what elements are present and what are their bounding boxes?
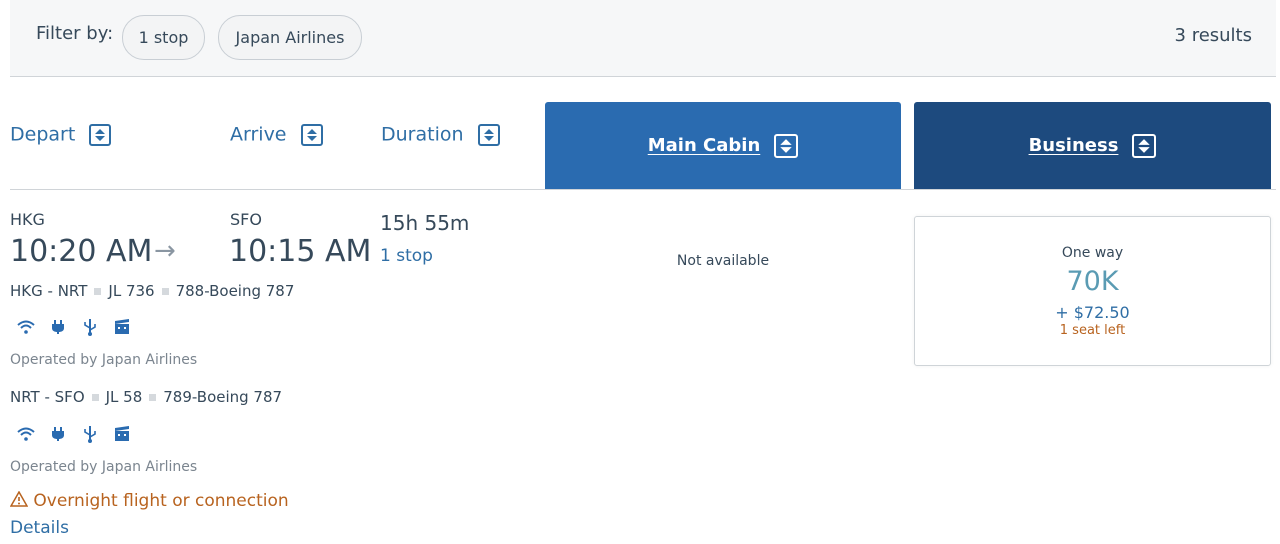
separator — [149, 394, 157, 401]
overnight-warning: Overnight flight or connection — [9, 490, 289, 511]
stops-link[interactable]: 1 stop — [380, 246, 433, 266]
power-outlet-icon — [48, 317, 68, 337]
aircraft-type: 789-Boeing 787 — [163, 388, 283, 406]
arrive-time: 10:15 AM — [229, 234, 372, 269]
wifi-icon — [16, 424, 36, 444]
arrive-header-label: Arrive — [230, 123, 287, 146]
fare-miles: 70K — [1066, 266, 1119, 297]
sort-icon — [477, 123, 500, 146]
main-cabin-not-available: Not available — [676, 253, 770, 269]
fare-trip-type: One way — [1061, 245, 1124, 261]
sort-icon — [300, 123, 323, 146]
amenities-list — [16, 317, 132, 337]
sort-icon — [774, 133, 799, 158]
flight-number: JL 736 — [108, 282, 155, 300]
depart-time: 10:20 AM — [10, 234, 153, 269]
business-fare-card[interactable]: One way 70K + $72.50 1 seat left — [914, 216, 1271, 366]
filter-pill-japan-airlines[interactable]: Japan Airlines — [218, 15, 362, 60]
segment-info: HKG - NRT JL 736 788-Boeing 787 — [10, 282, 294, 300]
usb-icon — [80, 424, 100, 444]
separator — [161, 288, 169, 295]
entertainment-icon — [112, 424, 132, 444]
flight-number: JL 58 — [105, 388, 143, 406]
aircraft-type: 788-Boeing 787 — [175, 282, 295, 300]
operated-by: Operated by Japan Airlines — [10, 352, 198, 368]
details-link[interactable]: Details — [10, 518, 69, 538]
header-divider — [10, 189, 1276, 190]
business-label: Business — [1028, 135, 1119, 156]
sort-duration-button[interactable]: Duration — [381, 123, 500, 146]
sort-arrive-button[interactable]: Arrive — [230, 123, 323, 146]
main-cabin-header[interactable]: Main Cabin — [545, 102, 901, 189]
wifi-icon — [16, 317, 36, 337]
sort-icon — [89, 123, 112, 146]
usb-icon — [80, 317, 100, 337]
warning-text: Overnight flight or connection — [33, 491, 289, 511]
sort-depart-button[interactable]: Depart — [10, 123, 112, 146]
separator — [94, 288, 102, 295]
operated-by: Operated by Japan Airlines — [10, 459, 198, 475]
depart-airport-code: HKG — [10, 210, 45, 229]
arrow-right-icon: → — [154, 236, 176, 266]
arrive-airport-code: SFO — [230, 210, 262, 229]
main-cabin-label: Main Cabin — [647, 135, 761, 156]
amenities-list — [16, 424, 132, 444]
separator — [91, 394, 99, 401]
results-count: 3 results — [1174, 25, 1252, 46]
flight-duration: 15h 55m — [380, 211, 470, 235]
filter-pill-1-stop[interactable]: 1 stop — [122, 15, 205, 60]
sort-icon — [1132, 133, 1157, 158]
seats-left: 1 seat left — [1059, 323, 1126, 338]
fare-taxes: + $72.50 — [1055, 303, 1130, 322]
duration-header-label: Duration — [381, 123, 464, 146]
depart-header-label: Depart — [10, 123, 76, 146]
segment-info: NRT - SFO JL 58 789-Boeing 787 — [10, 388, 282, 406]
business-header[interactable]: Business — [914, 102, 1271, 189]
segment-route: HKG - NRT — [10, 282, 88, 300]
filter-label: Filter by: — [36, 23, 114, 44]
segment-route: NRT - SFO — [10, 388, 85, 406]
power-outlet-icon — [48, 424, 68, 444]
entertainment-icon — [112, 317, 132, 337]
warning-icon — [9, 490, 29, 511]
